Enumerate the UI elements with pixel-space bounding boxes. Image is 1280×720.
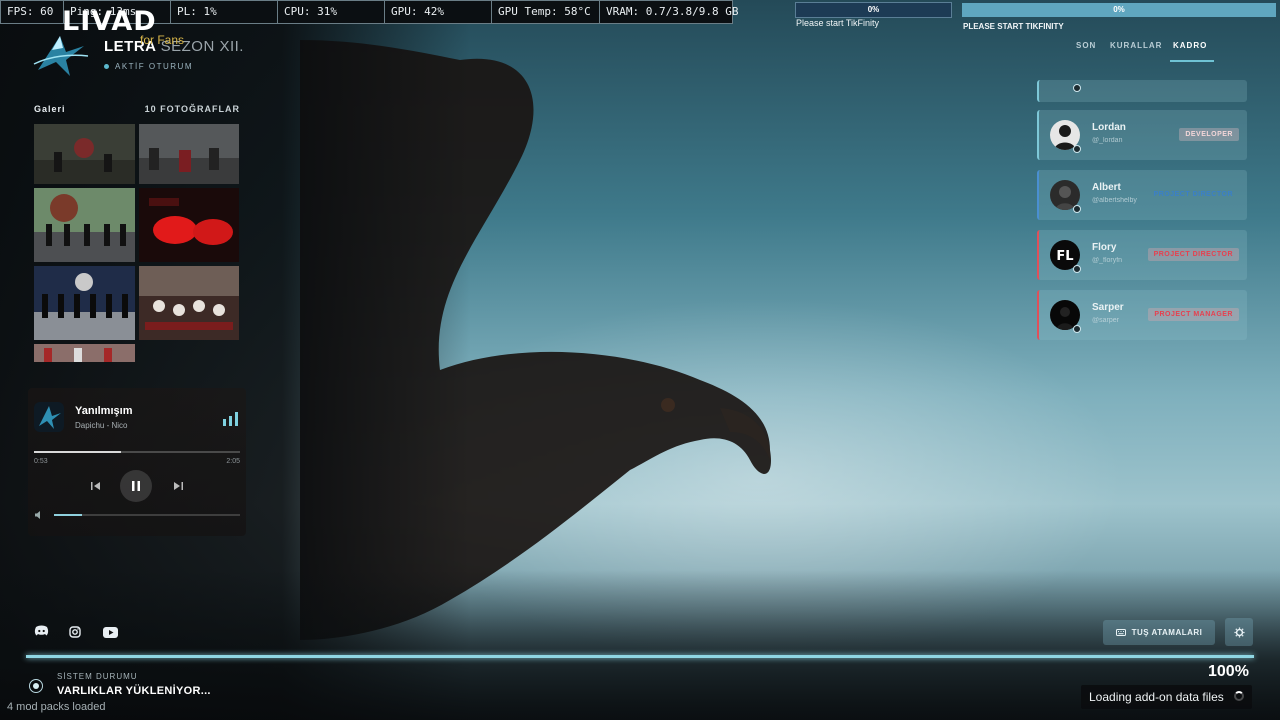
- gallery-header: Galeri 10 FOTOĞRAFLAR: [28, 98, 246, 120]
- gallery-thumb[interactable]: [139, 124, 239, 184]
- gpu-temp-readout: GPU Temp: 58°C: [492, 1, 600, 23]
- mod-packs-status: 4 mod packs loaded: [7, 701, 106, 713]
- gallery-thumb[interactable]: [139, 188, 239, 262]
- youtube-icon[interactable]: [103, 627, 118, 638]
- tikfinity-right-message: PLEASE START TIKFINITY: [963, 22, 1064, 31]
- discord-icon[interactable]: [34, 625, 49, 637]
- svg-text:FL: FL: [1056, 249, 1073, 264]
- team-card[interactable]: Sarper @sarper PROJECT MANAGER: [1037, 290, 1247, 340]
- system-status-value: VARLIKLAR YÜKLENİYOR...: [57, 685, 211, 697]
- system-status-icon: [29, 679, 43, 693]
- music-player: Yanılmışım Dapichu - Nico 0:53 2:05: [28, 388, 246, 536]
- tikfinity-left-message: Please start TikFinity: [796, 18, 880, 28]
- settings-button[interactable]: [1225, 618, 1253, 646]
- member-name: Sarper: [1092, 302, 1124, 313]
- song-title: Yanılmışım: [75, 405, 133, 417]
- member-handle: @_floryfn: [1092, 257, 1123, 264]
- gallery-panel: Galeri 10 FOTOĞRAFLAR: [28, 98, 246, 370]
- instagram-icon[interactable]: [69, 626, 81, 638]
- tab-son[interactable]: SON: [1076, 41, 1096, 50]
- packet-loss-readout: PL: 1%: [171, 1, 278, 23]
- song-progress-fill: [34, 451, 121, 453]
- role-badge: PROJECT DIRECTOR: [1147, 248, 1239, 261]
- gallery-thumb[interactable]: [34, 188, 135, 262]
- status-dot-icon: [104, 64, 109, 70]
- equalizer-icon: [223, 412, 238, 426]
- previous-track-icon[interactable]: [90, 480, 102, 492]
- member-name: Flory: [1092, 242, 1117, 253]
- gpu-readout: GPU: 42%: [385, 1, 492, 23]
- loading-spinner-icon: [1233, 691, 1244, 701]
- tikfinity-right-percent: 0%: [1113, 5, 1125, 14]
- role-badge: PROJECT DIRECTOR: [1153, 191, 1233, 198]
- play-pause-button[interactable]: [120, 470, 152, 502]
- song-progress-bar[interactable]: [34, 451, 240, 453]
- member-handle: @_lordan: [1092, 137, 1123, 144]
- cpu-readout: CPU: 31%: [278, 1, 385, 23]
- member-name: Lordan: [1092, 122, 1126, 133]
- team-card[interactable]: Albert @albertshelby PROJECT DIRECTOR: [1037, 170, 1247, 220]
- volume-slider[interactable]: [54, 514, 240, 516]
- tikfinity-left-percent: 0%: [867, 5, 880, 14]
- team-card-partial: [1037, 80, 1247, 102]
- pause-icon: [132, 481, 140, 491]
- vram-readout: VRAM: 0.7/3.8/9.8 GB: [606, 5, 739, 18]
- volume-icon[interactable]: [34, 510, 44, 520]
- brand-subtitle: for Fans: [140, 33, 185, 47]
- online-status-icon: [1073, 265, 1081, 273]
- active-tab-indicator: [1170, 60, 1214, 62]
- song-artist: Dapichu - Nico: [75, 421, 128, 430]
- keyboard-icon: [1115, 629, 1126, 636]
- next-track-icon[interactable]: [172, 480, 184, 492]
- loading-percent: 100%: [1208, 663, 1249, 680]
- team-card[interactable]: Lordan @_lordan DEVELOPER: [1037, 110, 1247, 160]
- loading-toast-text: Loading add-on data files: [1089, 690, 1224, 704]
- keybinds-label: TUŞ ATAMALARI: [1131, 628, 1203, 637]
- member-name: Albert: [1092, 182, 1121, 193]
- gallery-thumb[interactable]: [34, 124, 135, 184]
- album-cover: [34, 402, 64, 432]
- online-status-icon: [1073, 84, 1081, 92]
- online-status-icon: [1073, 205, 1081, 213]
- online-status-icon: [1073, 145, 1081, 153]
- current-time: 0:53: [34, 458, 48, 465]
- tikfinity-progress-right: 0%: [962, 3, 1276, 17]
- session-status-text: AKTİF OTURUM: [115, 62, 193, 71]
- gallery-thumb[interactable]: [34, 266, 135, 340]
- total-time: 2:05: [226, 458, 240, 465]
- tab-kadro[interactable]: KADRO: [1173, 41, 1207, 50]
- fps-readout: FPS: 60: [1, 1, 64, 23]
- tikfinity-progress-left: 0%: [795, 2, 952, 18]
- role-badge: PROJECT MANAGER: [1148, 308, 1239, 321]
- loading-progress-bar: [26, 655, 1254, 658]
- keybinds-button[interactable]: TUŞ ATAMALARI: [1103, 620, 1215, 645]
- volume-fill: [54, 514, 82, 516]
- member-handle: @sarper: [1092, 317, 1119, 324]
- role-badge: DEVELOPER: [1179, 128, 1239, 141]
- gallery-thumb[interactable]: [34, 344, 135, 362]
- server-logo-icon: [33, 36, 89, 76]
- member-handle: @albertshelby: [1092, 197, 1137, 204]
- gallery-thumb[interactable]: [139, 266, 239, 340]
- gear-icon: [1233, 626, 1245, 638]
- loading-progress-fill: [26, 655, 1254, 658]
- team-card[interactable]: FL Flory @_floryfn PROJECT DIRECTOR: [1037, 230, 1247, 280]
- gallery-count: 10 FOTOĞRAFLAR: [144, 104, 240, 114]
- gallery-title: Galeri: [34, 104, 66, 114]
- loading-toast: Loading add-on data files: [1081, 685, 1252, 709]
- system-status-label: SİSTEM DURUMU: [57, 672, 138, 681]
- online-status-icon: [1073, 325, 1081, 333]
- session-status: AKTİF OTURUM: [104, 62, 193, 71]
- tab-kurallar[interactable]: KURALLAR: [1110, 41, 1162, 50]
